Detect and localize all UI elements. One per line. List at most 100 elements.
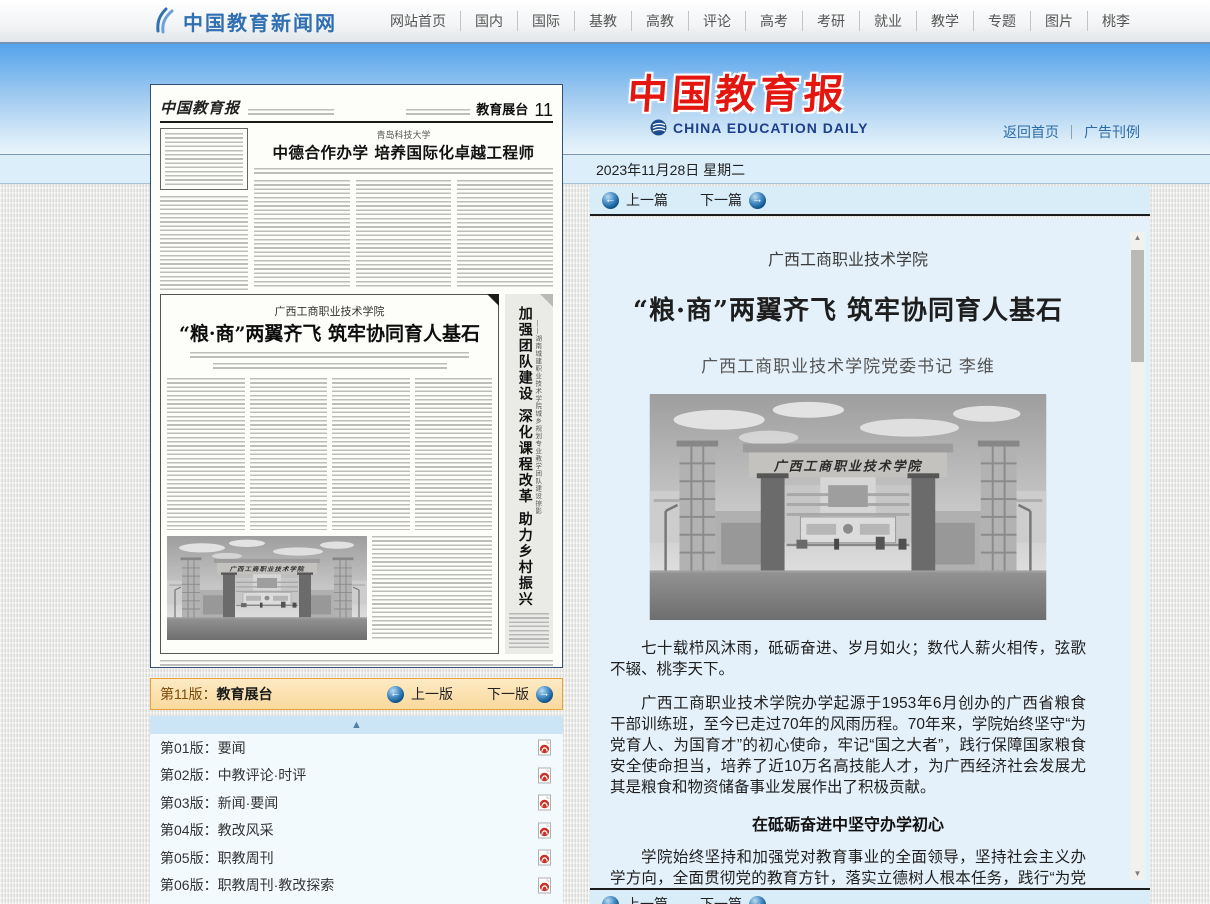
article-gate-photo xyxy=(649,394,1047,620)
article-byline: 广西工商职业技术学院党委书记 李维 xyxy=(610,352,1086,374)
nav-item-domestic[interactable]: 国内 xyxy=(461,11,518,31)
prev-article-icon-bottom[interactable]: ← xyxy=(602,896,619,904)
side-story-subtitle: ——湖南城建职业技术学院城乡规划专业教学团队建设掠影 xyxy=(532,320,542,608)
site-logo[interactable]: 中国教育新闻网 xyxy=(150,7,337,36)
masthead-logo-en: CHINA EDUCATION DAILY xyxy=(650,119,869,136)
article-paragraph-3: 学院始终坚持和加强党对教育事业的全面领导，坚持社会主义办学方向，全面贯彻党的教育… xyxy=(610,847,1086,888)
next-article-icon[interactable]: → xyxy=(749,192,766,209)
nav-item-higher-edu[interactable]: 高教 xyxy=(632,11,689,31)
section-label: 第03版：新闻·要闻 xyxy=(160,793,278,813)
next-article-icon-bottom[interactable]: → xyxy=(749,896,766,904)
pdf-icon[interactable] xyxy=(537,849,553,866)
newspaper-columns xyxy=(254,180,553,288)
article-subheading: 在砥砺奋进中坚守办学初心 xyxy=(610,811,1086,835)
nav-item-international[interactable]: 国际 xyxy=(518,11,575,31)
top-site-bar: 中国教育新闻网 网站首页 国内 国际 基教 高教 评论 高考 考研 就业 教学 … xyxy=(0,0,1210,44)
nav-item-kaoyan[interactable]: 考研 xyxy=(803,11,860,31)
newspaper-date-meta xyxy=(248,109,334,116)
nav-item-special[interactable]: 专题 xyxy=(974,11,1031,31)
edition-bar: 第11版： 教育展台 ← 上一版 下一版 → xyxy=(150,678,563,710)
nav-item-basic-edu[interactable]: 基教 xyxy=(575,11,632,31)
article-title: “粮·商”两翼齐飞 筑牢协同育人基石 xyxy=(610,290,1086,326)
pdf-icon[interactable] xyxy=(537,767,553,784)
main-story-intro2 xyxy=(213,363,447,371)
section-label: 第02版：中教评论·时评 xyxy=(160,765,306,785)
top-story-kicker: 青岛科技大学 xyxy=(254,128,553,140)
site-logo-swoosh-icon xyxy=(150,7,176,35)
prev-article-button[interactable]: 上一篇 xyxy=(626,190,668,210)
next-edition-button[interactable]: 下一版 xyxy=(487,684,529,704)
main-story-columns xyxy=(167,378,492,530)
next-article-button-bottom[interactable]: 下一篇 xyxy=(700,894,742,904)
nav-item-commentary[interactable]: 评论 xyxy=(689,11,746,31)
issue-date: 2023年11月28日 星期二 xyxy=(596,160,745,180)
edition-number: 第11版： xyxy=(160,684,217,704)
section-row-04[interactable]: 第04版：教改风采 xyxy=(150,817,563,845)
site-logo-text: 中国教育新闻网 xyxy=(183,7,337,36)
nav-item-photos[interactable]: 图片 xyxy=(1031,11,1088,31)
newspaper-gate-photo xyxy=(167,536,367,640)
prev-edition-button[interactable]: 上一版 xyxy=(411,684,453,704)
masthead-globe-icon xyxy=(650,119,667,136)
newspaper-page-image[interactable]: 中国教育报 教育展台 11 青岛科技大学 中德合作办学 培养国际化卓越工程师 xyxy=(150,84,563,668)
newspaper-top-story: 青岛科技大学 中德合作办学 培养国际化卓越工程师 xyxy=(160,128,553,288)
prev-article-button-bottom[interactable]: 上一篇 xyxy=(626,894,668,904)
pdf-icon[interactable] xyxy=(537,822,553,839)
ad-rates-link[interactable]: 广告刊例 xyxy=(1084,122,1140,142)
page: 中国教育新闻网 网站首页 国内 国际 基教 高教 评论 高考 考研 就业 教学 … xyxy=(0,0,1210,904)
pdf-icon[interactable] xyxy=(537,739,553,756)
section-row-03[interactable]: 第03版：新闻·要闻 xyxy=(150,789,563,817)
section-row-01[interactable]: 第01版：要闻 xyxy=(150,734,563,762)
main-story-column-text xyxy=(372,536,492,640)
top-story-headline: 中德合作办学 培养国际化卓越工程师 xyxy=(254,141,553,163)
pdf-icon[interactable] xyxy=(537,877,553,894)
article-nav-bottom: ← 上一篇 下一篇 → xyxy=(590,888,1150,904)
masthead-logo-cn: 中国教育报 xyxy=(626,62,850,120)
side-story-text xyxy=(509,613,549,649)
edition-section-name: 教育展台 xyxy=(217,684,273,704)
section-label: 第01版：要闻 xyxy=(160,738,246,758)
newspaper-subdeck xyxy=(254,168,553,175)
section-label: 第06版：职教周刊·教改探索 xyxy=(160,875,334,895)
edition-section-list: 第01版：要闻 第02版：中教评论·时评 第03版：新闻·要闻 第04版：教改风… xyxy=(150,734,563,904)
prev-article-icon[interactable]: ← xyxy=(602,192,619,209)
scroll-down-icon[interactable]: ▼ xyxy=(1130,868,1145,880)
back-home-link[interactable]: 返回首页 xyxy=(1003,122,1059,142)
newspaper-column-text xyxy=(160,196,248,290)
pdf-icon[interactable] xyxy=(537,794,553,811)
newspaper-masthead: 中国教育报 xyxy=(160,97,240,118)
collapse-up-icon: ▲ xyxy=(351,720,362,731)
newspaper-caption-line xyxy=(160,660,553,666)
link-divider xyxy=(1071,125,1072,139)
nav-item-employment[interactable]: 就业 xyxy=(860,11,917,31)
nav-item-taoli[interactable]: 桃李 xyxy=(1088,11,1144,31)
side-story-title: 加强团队建设 深化课程改革 助力乡村振兴 xyxy=(516,306,531,608)
newspaper-phone-meta xyxy=(406,109,470,116)
next-article-button[interactable]: 下一篇 xyxy=(700,190,742,210)
section-row-06[interactable]: 第06版：职教周刊·教改探索 xyxy=(150,872,563,900)
scroll-up-icon[interactable]: ▲ xyxy=(1130,232,1145,244)
section-label: 第05版：职教周刊 xyxy=(160,848,274,868)
scrollbar-thumb[interactable] xyxy=(1131,250,1144,362)
section-row-02[interactable]: 第02版：中教评论·时评 xyxy=(150,762,563,790)
section-row-05[interactable]: 第05版：职教周刊 xyxy=(150,844,563,872)
newspaper-page-number: 11 xyxy=(534,102,553,118)
main-story-intro xyxy=(190,352,470,360)
nav-item-gaokao[interactable]: 高考 xyxy=(746,11,803,31)
masthead-en-text: CHINA EDUCATION DAILY xyxy=(673,120,869,136)
article-school-name: 广西工商职业技术学院 xyxy=(610,246,1086,266)
newspaper-header: 中国教育报 教育展台 11 xyxy=(160,94,553,123)
newspaper-section-label: 教育展台 xyxy=(476,99,528,118)
main-story-headline: “粮·商”两翼齐飞 筑牢协同育人基石 xyxy=(167,319,492,346)
article-scrollbar[interactable]: ▲ ▼ xyxy=(1130,232,1145,880)
nav-item-teaching[interactable]: 教学 xyxy=(917,11,974,31)
prev-edition-icon[interactable]: ← xyxy=(387,686,404,703)
main-nav: 网站首页 国内 国际 基教 高教 评论 高考 考研 就业 教学 专题 图片 桃李 xyxy=(376,11,1144,31)
section-label: 第04版：教改风采 xyxy=(160,820,274,840)
next-edition-icon[interactable]: → xyxy=(536,686,553,703)
nav-item-home[interactable]: 网站首页 xyxy=(376,11,461,31)
article-nav-top: ← 上一篇 下一篇 → xyxy=(590,186,1150,216)
newspaper-side-story: 加强团队建设 深化课程改革 助力乡村振兴 ——湖南城建职业技术学院城乡规划专业教… xyxy=(505,294,553,654)
newspaper-main-story: 广西工商职业技术学院 “粮·商”两翼齐飞 筑牢协同育人基石 加强团队建设 深化课… xyxy=(160,294,553,654)
collapse-toggle-bar[interactable]: ▲ xyxy=(150,716,563,734)
